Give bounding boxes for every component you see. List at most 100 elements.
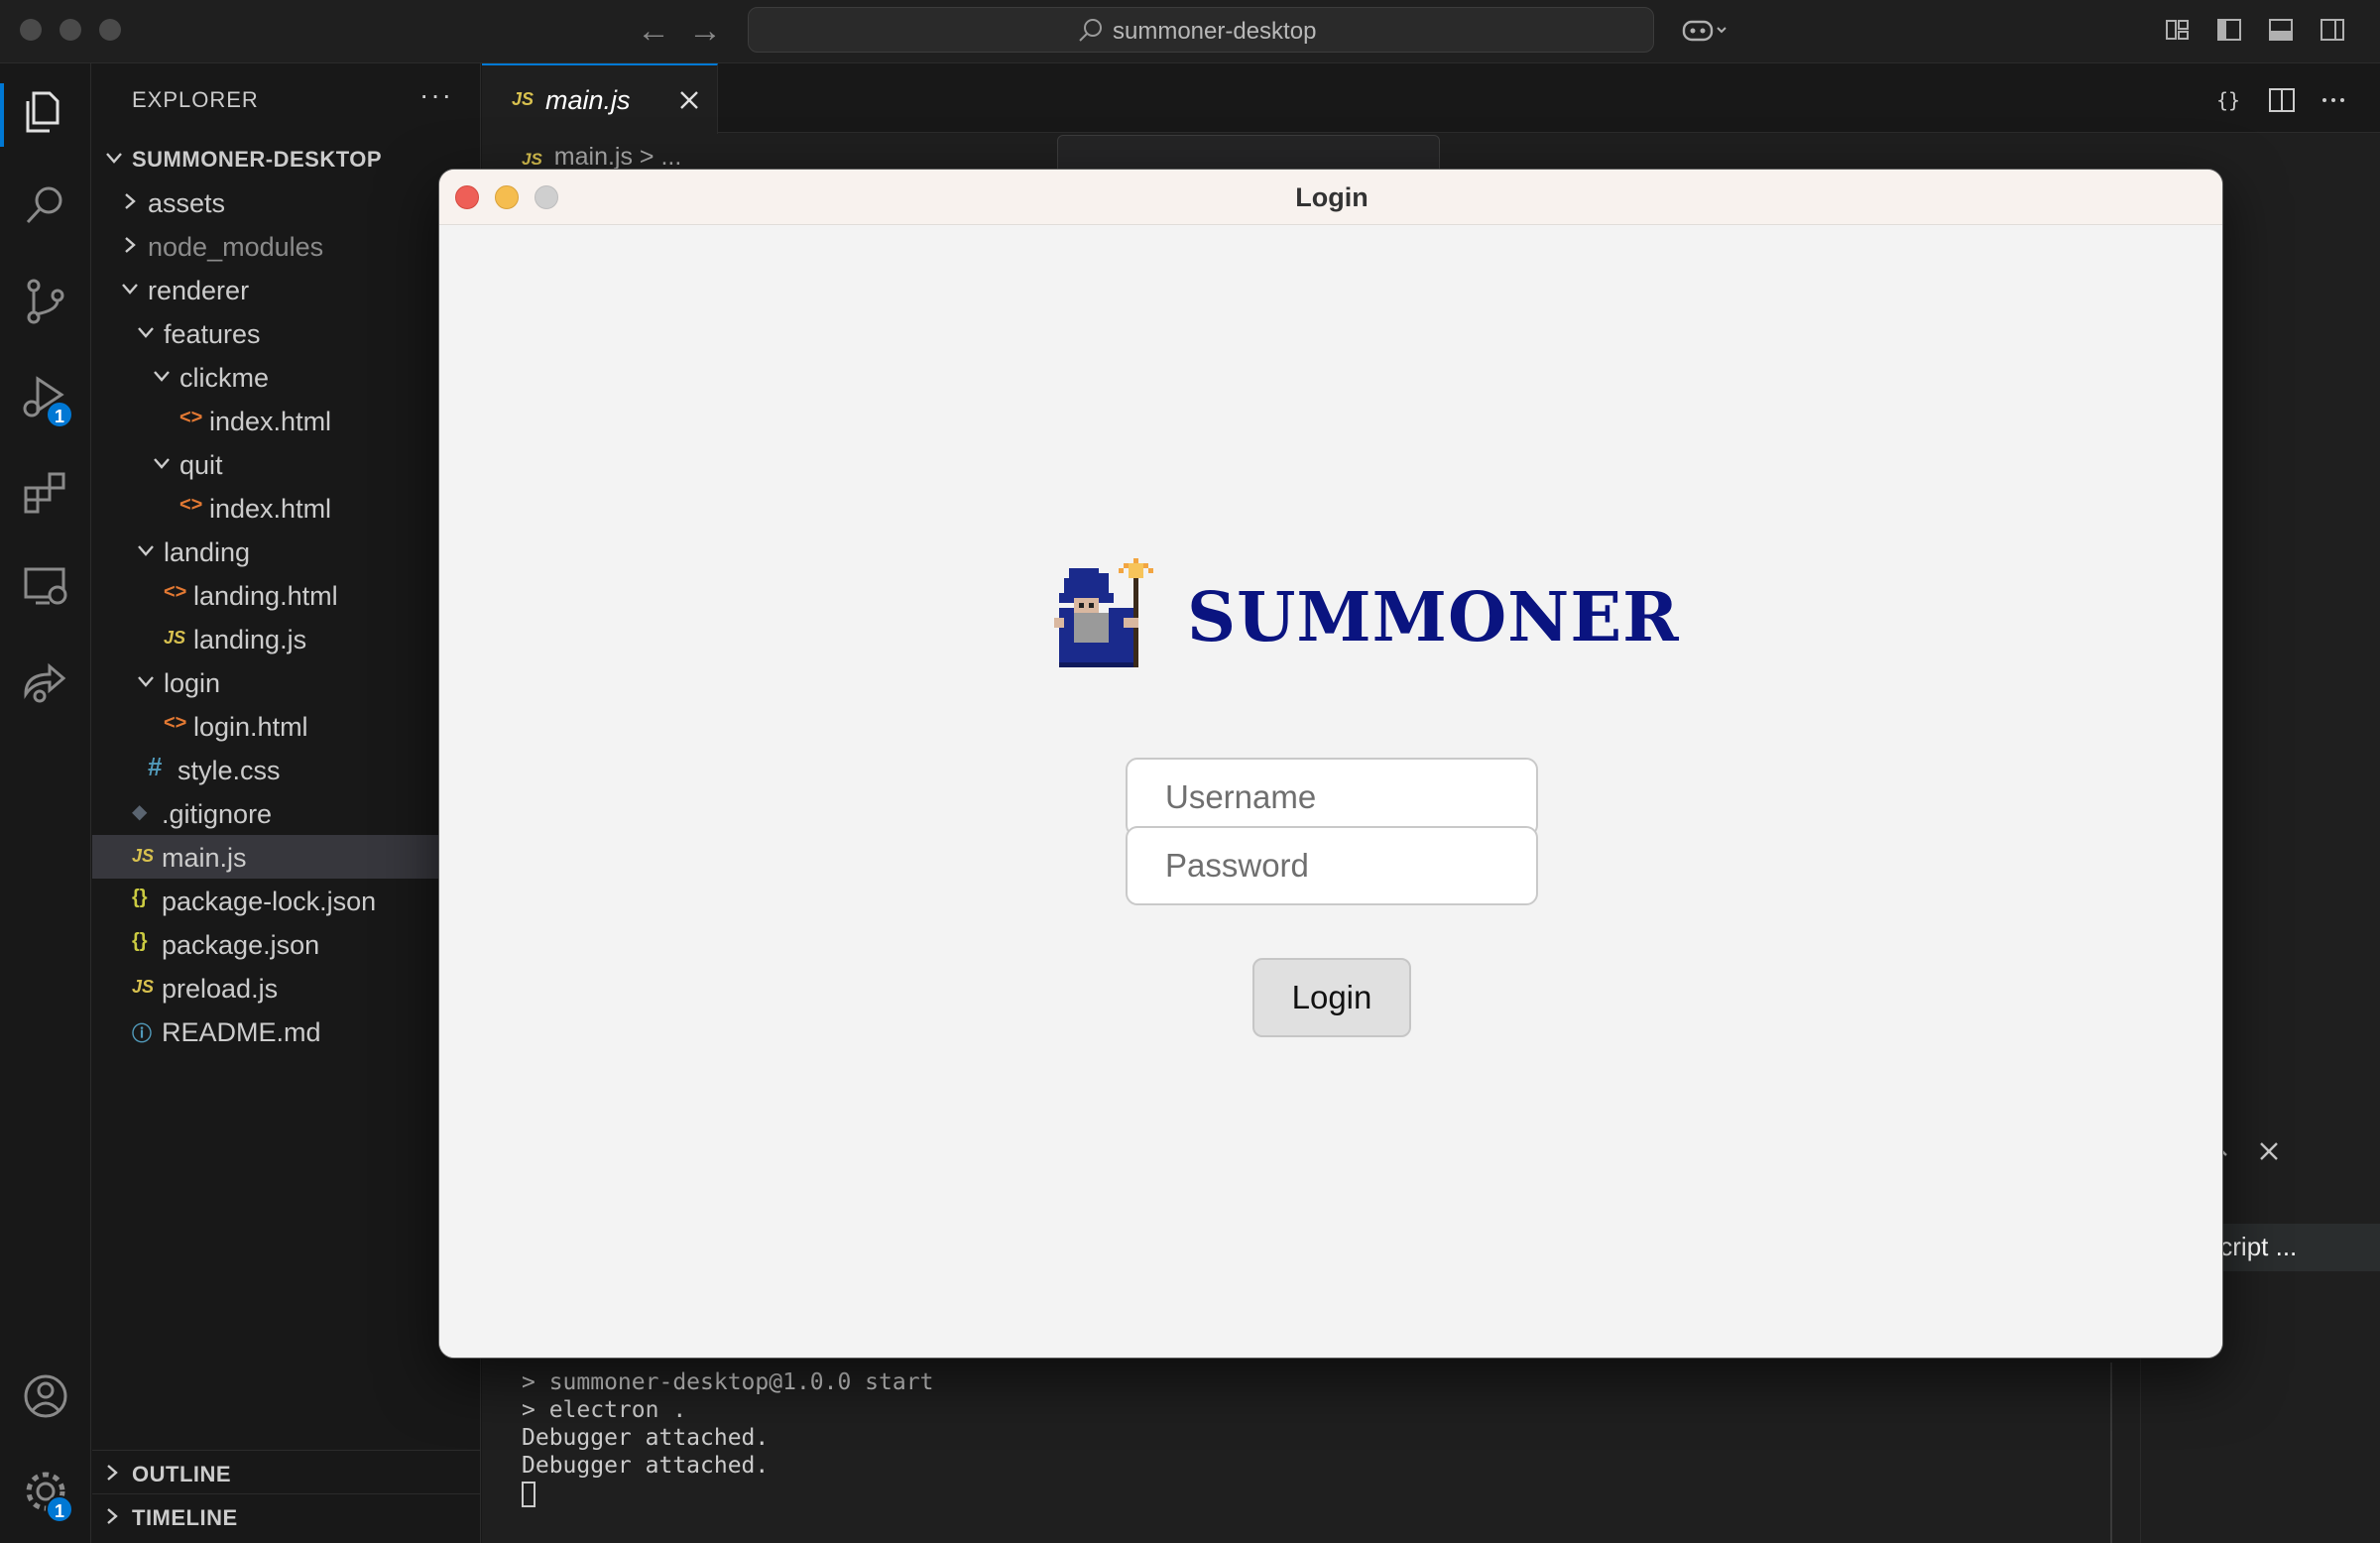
json-file-icon: {} — [132, 930, 148, 952]
explorer-root-folder[interactable]: SUMMONER-DESKTOP — [92, 137, 481, 180]
zoom-window-button[interactable] — [99, 19, 121, 41]
toggle-secondary-sidebar-icon[interactable] — [2319, 16, 2346, 44]
login-window-titlebar: Login — [439, 170, 2222, 225]
close-panel-icon[interactable] — [2254, 1136, 2284, 1166]
explorer-file[interactable]: {} package-lock.json — [92, 879, 481, 922]
explorer-file[interactable]: ⓘ README.md — [92, 1009, 481, 1053]
explorer-more-actions[interactable]: ··· — [419, 79, 453, 111]
login-button[interactable]: Login — [1252, 958, 1411, 1037]
outline-section[interactable]: OUTLINE — [92, 1450, 481, 1493]
live-share-icon[interactable] — [20, 656, 71, 708]
explorer-file[interactable]: JS landing.js — [92, 617, 481, 660]
explorer-sidebar: EXPLORER ··· SUMMONER-DESKTOP assets node… — [92, 63, 481, 1543]
explorer-item-label: landing.html — [193, 581, 338, 611]
chevron-right-icon — [125, 237, 136, 253]
chevron-right-icon — [107, 1465, 118, 1481]
close-tab-icon[interactable] — [676, 87, 702, 113]
chevron-down-icon — [122, 284, 138, 295]
password-field[interactable] — [1126, 826, 1538, 905]
explorer-folder[interactable]: node_modules — [92, 224, 481, 268]
explorer-file[interactable]: JS main.js — [92, 835, 481, 879]
explorer-folder[interactable]: quit — [92, 442, 481, 486]
manage-gear-icon[interactable]: 1 — [20, 1466, 73, 1523]
command-center-search[interactable]: summoner-desktop — [748, 7, 1654, 53]
chevron-down-icon — [154, 458, 170, 469]
explorer-item-label: .gitignore — [162, 799, 273, 829]
chevron-down-icon — [106, 153, 122, 164]
login-app-window: Login SUMMONER Username Login — [438, 169, 2223, 1359]
search-icon[interactable] — [20, 180, 71, 232]
source-control-icon[interactable] — [20, 276, 71, 327]
explorer-file[interactable]: {} package.json — [92, 922, 481, 966]
forward-arrow-icon[interactable]: → — [688, 12, 722, 51]
activity-bar: 1 1 — [0, 63, 91, 1543]
terminal-line: Debugger attached. — [522, 1453, 770, 1479]
command-center-label: summoner-desktop — [1113, 18, 1317, 45]
explorer-file[interactable]: # style.css — [92, 748, 481, 791]
chevron-down-icon — [138, 545, 154, 556]
toggle-primary-sidebar-icon[interactable] — [2215, 16, 2243, 44]
accounts-icon[interactable] — [20, 1370, 71, 1422]
js-file-icon: JS — [132, 846, 155, 866]
toggle-panel-icon[interactable] — [2267, 16, 2295, 44]
active-view-indicator — [0, 83, 4, 147]
close-window-button[interactable] — [20, 19, 42, 41]
explorer-item-label: features — [164, 319, 261, 349]
explorer-item-label: style.css — [178, 756, 281, 785]
explorer-file[interactable]: <> index.html — [92, 399, 481, 442]
back-arrow-icon[interactable]: ← — [637, 12, 670, 51]
explorer-file[interactable]: <> index.html — [92, 486, 481, 530]
explorer-folder[interactable]: landing — [92, 530, 481, 573]
js-file-icon: JS — [512, 89, 535, 109]
explorer-folder[interactable]: clickme — [92, 355, 481, 399]
explorer-title: EXPLORER — [132, 87, 259, 112]
explorer-file[interactable]: JS preload.js — [92, 966, 481, 1009]
explorer-folder[interactable]: features — [92, 311, 481, 355]
remote-explorer-icon[interactable] — [20, 561, 71, 613]
tab-main-js[interactable]: JS main.js — [482, 63, 718, 134]
html-file-icon: <> — [164, 712, 187, 734]
explorer-folder[interactable]: renderer — [92, 268, 481, 311]
explorer-file[interactable]: <> login.html — [92, 704, 481, 748]
explorer-item-label: README.md — [162, 1017, 321, 1047]
minimize-window-button[interactable] — [60, 19, 81, 41]
more-actions-icon[interactable] — [2319, 85, 2348, 115]
username-field[interactable] — [1126, 758, 1538, 837]
login-page: SUMMONER Login — [439, 226, 2222, 1358]
chevron-down-icon — [138, 676, 154, 687]
run-debug-badge: 1 — [46, 401, 73, 428]
info-file-icon: ⓘ — [132, 1023, 152, 1045]
explorer-file[interactable]: <> landing.html — [92, 573, 481, 617]
breadcrumb[interactable]: JS main.js > ... — [522, 143, 681, 172]
chevron-right-icon — [107, 1508, 118, 1524]
braces-icon[interactable]: {} — [2213, 85, 2243, 115]
html-file-icon: <> — [179, 407, 203, 428]
terminal-line: Debugger attached. — [522, 1425, 770, 1451]
extensions-icon[interactable] — [20, 466, 71, 518]
split-editor-icon[interactable] — [2267, 85, 2297, 115]
html-file-icon: <> — [164, 581, 187, 603]
js-file-icon: JS — [522, 150, 542, 169]
timeline-section[interactable]: TIMELINE — [92, 1493, 481, 1537]
explorer-item-label: clickme — [179, 363, 270, 393]
terminal-scrollbar[interactable] — [2110, 1363, 2112, 1543]
editor-tabs: JS main.js {} — [482, 63, 2380, 134]
explorer-item-label: index.html — [209, 407, 332, 436]
explorer-item-label: quit — [179, 450, 223, 480]
explorer-item-label: login.html — [193, 712, 308, 742]
run-debug-icon[interactable]: 1 — [20, 371, 73, 428]
svg-text:{}: {} — [2216, 88, 2240, 112]
copilot-icon[interactable] — [1680, 16, 1729, 44]
explorer-item-label: renderer — [148, 276, 250, 305]
explorer-item-label: assets — [148, 188, 226, 218]
customize-layout-icon[interactable] — [2164, 16, 2192, 44]
js-file-icon: JS — [132, 977, 155, 997]
terminal-output[interactable]: > summoner-desktop@1.0.0 start > electron… — [522, 1368, 933, 1507]
explorer-file[interactable]: ◆ .gitignore — [92, 791, 481, 835]
explorer-icon[interactable] — [20, 85, 71, 137]
explorer-item-label: landing — [164, 537, 251, 567]
explorer-item-label: preload.js — [162, 974, 279, 1004]
explorer-folder[interactable]: assets — [92, 180, 481, 224]
explorer-folder[interactable]: login — [92, 660, 481, 704]
terminal-line: > electron . — [522, 1397, 687, 1423]
